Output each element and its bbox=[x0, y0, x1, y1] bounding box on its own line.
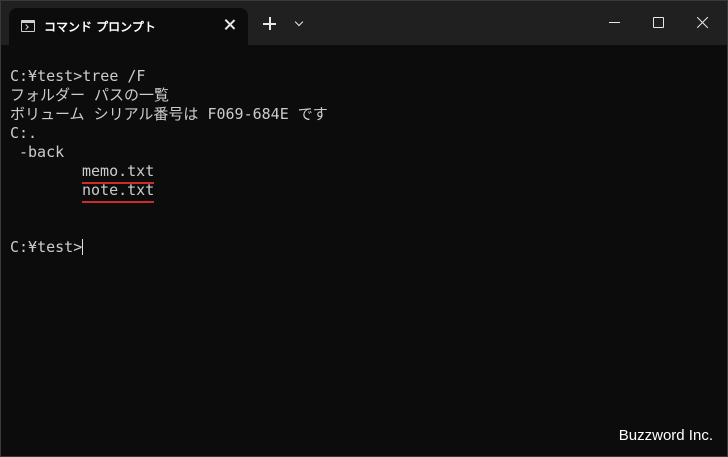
file-memo: memo.txt bbox=[82, 162, 155, 184]
terminal-window: コマンド プロンプト C:¥test>tree /F フォルダー パスの一覧 ボ… bbox=[0, 0, 728, 457]
tab-close-icon[interactable] bbox=[221, 16, 239, 34]
maximize-icon[interactable] bbox=[649, 13, 669, 33]
close-window-icon[interactable] bbox=[693, 13, 713, 33]
listing-header: フォルダー パスの一覧 bbox=[10, 86, 170, 104]
title-bar: コマンド プロンプト bbox=[1, 1, 727, 45]
tree-file-row: note.txt bbox=[10, 181, 328, 203]
chevron-down-icon[interactable] bbox=[292, 17, 306, 31]
command-line: C:¥test>tree /F bbox=[10, 67, 146, 85]
terminal-output[interactable]: C:¥test>tree /F フォルダー パスの一覧 ボリューム シリアル番号… bbox=[10, 67, 328, 257]
tree-folder: -back bbox=[19, 143, 65, 161]
file-note: note.txt bbox=[82, 181, 155, 203]
volume-serial-line: ボリューム シリアル番号は F069-684E です bbox=[10, 105, 328, 123]
tab-command-prompt[interactable]: コマンド プロンプト bbox=[9, 8, 248, 45]
watermark: Buzzword Inc. bbox=[618, 427, 713, 444]
prompt-line[interactable]: C:¥test> bbox=[10, 238, 328, 257]
tab-title: コマンド プロンプト bbox=[44, 20, 156, 34]
tree-root: C:. bbox=[10, 124, 38, 142]
new-tab-plus-icon[interactable] bbox=[262, 16, 278, 32]
tree-file-row: memo.txt bbox=[10, 162, 328, 184]
terminal-icon bbox=[21, 20, 35, 32]
prompt: C:¥test> bbox=[10, 238, 83, 256]
text-cursor bbox=[82, 239, 84, 255]
minimize-icon[interactable] bbox=[605, 13, 625, 33]
